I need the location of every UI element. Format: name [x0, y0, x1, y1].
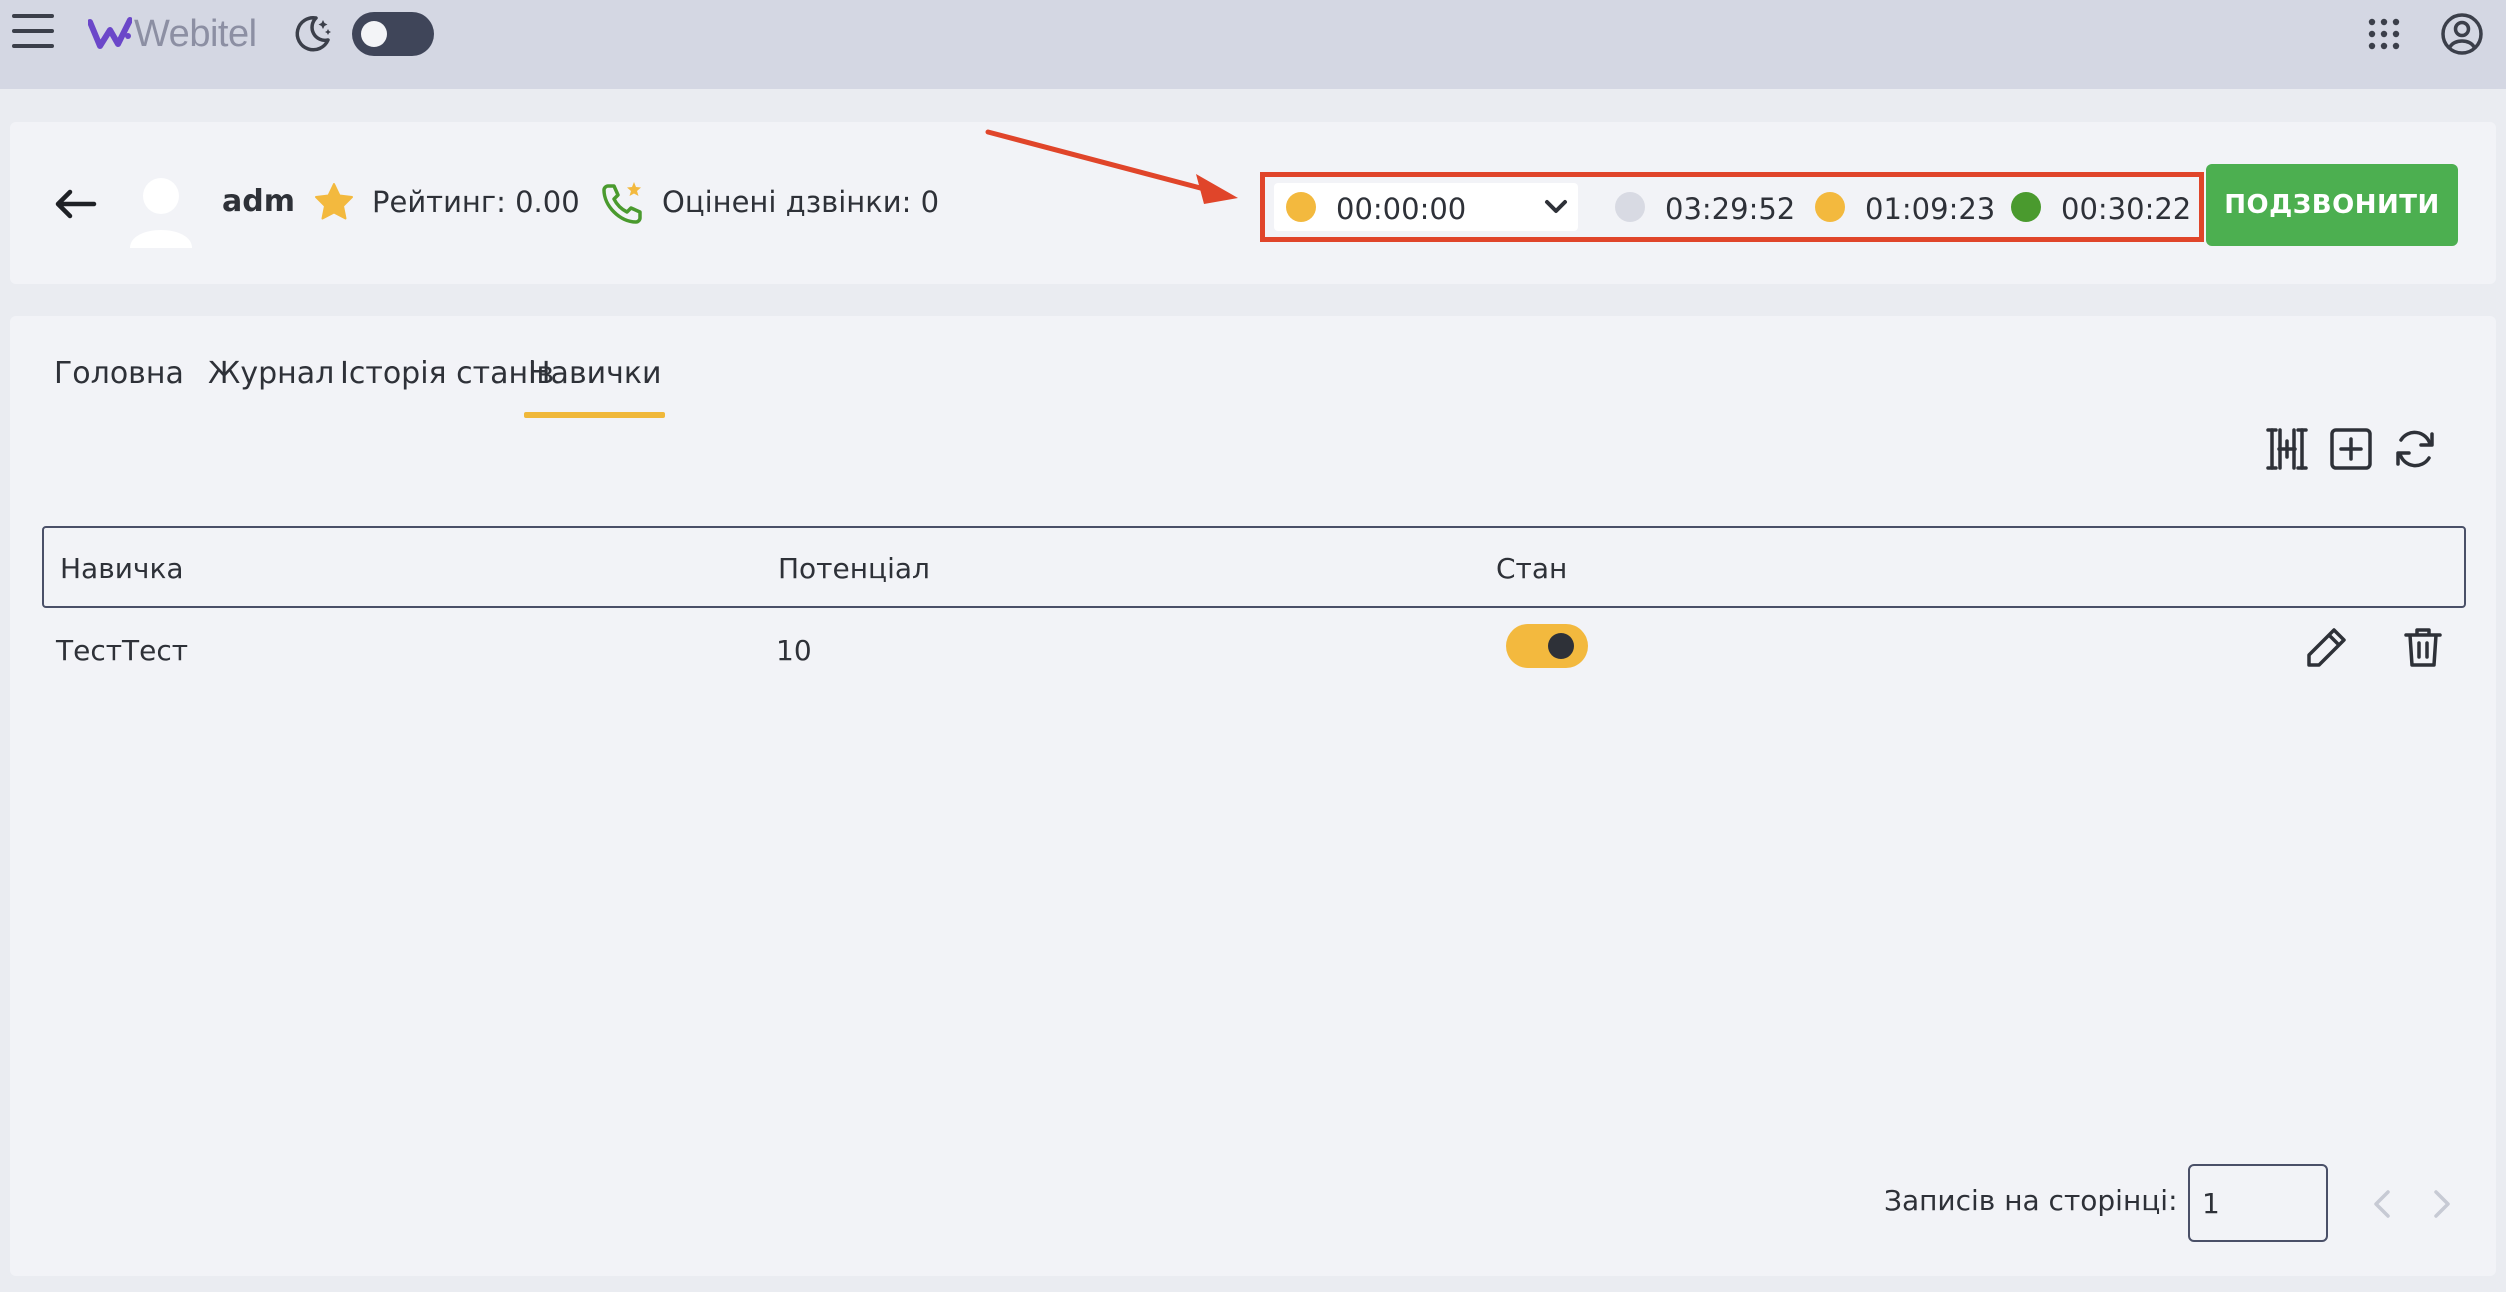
- offline-status-dot: [1615, 192, 1645, 222]
- account-circle-icon[interactable]: [2440, 12, 2484, 56]
- annotation-arrow: [985, 129, 1238, 204]
- rated-calls-label: Оцінені дзвінки: 0: [662, 185, 940, 219]
- column-header-capacity[interactable]: Потенціал: [778, 552, 930, 585]
- status-select[interactable]: 00:00:00: [1274, 183, 1578, 231]
- table-header: Навичка Потенціал Стан: [42, 526, 2466, 608]
- skill-capacity: 10: [776, 634, 812, 667]
- webitel-logo-icon: [88, 17, 132, 49]
- tab-status-history[interactable]: Історія станів: [340, 356, 554, 391]
- star-icon: [315, 183, 353, 220]
- chevron-right-icon[interactable]: [2426, 1184, 2458, 1224]
- chevron-left-icon[interactable]: [2366, 1184, 2398, 1224]
- tab-main[interactable]: Головна: [54, 356, 184, 391]
- table-row: ТестТест 10: [42, 612, 2466, 692]
- pause-time: 01:09:23: [1865, 192, 1996, 226]
- column-settings-icon[interactable]: [2264, 426, 2310, 472]
- tab-journal[interactable]: Журнал: [208, 356, 334, 391]
- hamburger-icon[interactable]: [12, 14, 56, 54]
- logo-text: Webitel: [134, 12, 257, 55]
- skill-state-switch[interactable]: [1506, 624, 1588, 668]
- current-status-time: 00:00:00: [1336, 192, 1467, 226]
- rating-label: Рейтинг: 0.00: [372, 185, 580, 219]
- rated-call-icon: [602, 182, 642, 224]
- refresh-icon[interactable]: [2392, 426, 2438, 472]
- status-timers-highlight: 00:00:00 03:29:52 01:09:23 00:30:22: [1260, 172, 2204, 242]
- logo[interactable]: Webitel: [88, 12, 257, 56]
- moon-stars-icon[interactable]: [292, 12, 334, 54]
- edit-pencil-icon[interactable]: [2304, 624, 2350, 670]
- chevron-down-icon[interactable]: [1542, 195, 1570, 219]
- per-page-label: Записів на сторінці:: [1884, 1184, 2178, 1217]
- online-status-dot: [2011, 192, 2041, 222]
- offline-time: 03:29:52: [1665, 192, 1796, 226]
- grid-apps-icon[interactable]: [2366, 16, 2402, 52]
- column-header-skill[interactable]: Навичка: [60, 552, 184, 585]
- current-status-dot: [1286, 192, 1316, 222]
- main-panel: Головна Журнал Історія станів Навички На…: [10, 316, 2496, 1276]
- per-page-input[interactable]: [2188, 1164, 2328, 1242]
- switch-knob: [1548, 633, 1574, 659]
- tab-skills[interactable]: Навички: [523, 356, 666, 418]
- call-button[interactable]: ПОДЗВОНИТИ: [2206, 164, 2458, 246]
- avatar: [130, 178, 192, 248]
- delete-trash-icon[interactable]: [2400, 624, 2446, 670]
- column-header-state[interactable]: Стан: [1496, 552, 1567, 585]
- theme-toggle[interactable]: [352, 12, 434, 56]
- add-icon[interactable]: [2328, 426, 2374, 472]
- pause-status-dot: [1815, 192, 1845, 222]
- agent-name: adm: [222, 184, 295, 219]
- top-bar: Webitel: [0, 0, 2506, 89]
- toggle-knob: [361, 21, 387, 47]
- skill-name: ТестТест: [56, 634, 189, 667]
- back-arrow-icon[interactable]: [46, 184, 106, 224]
- online-time: 00:30:22: [2061, 192, 2192, 226]
